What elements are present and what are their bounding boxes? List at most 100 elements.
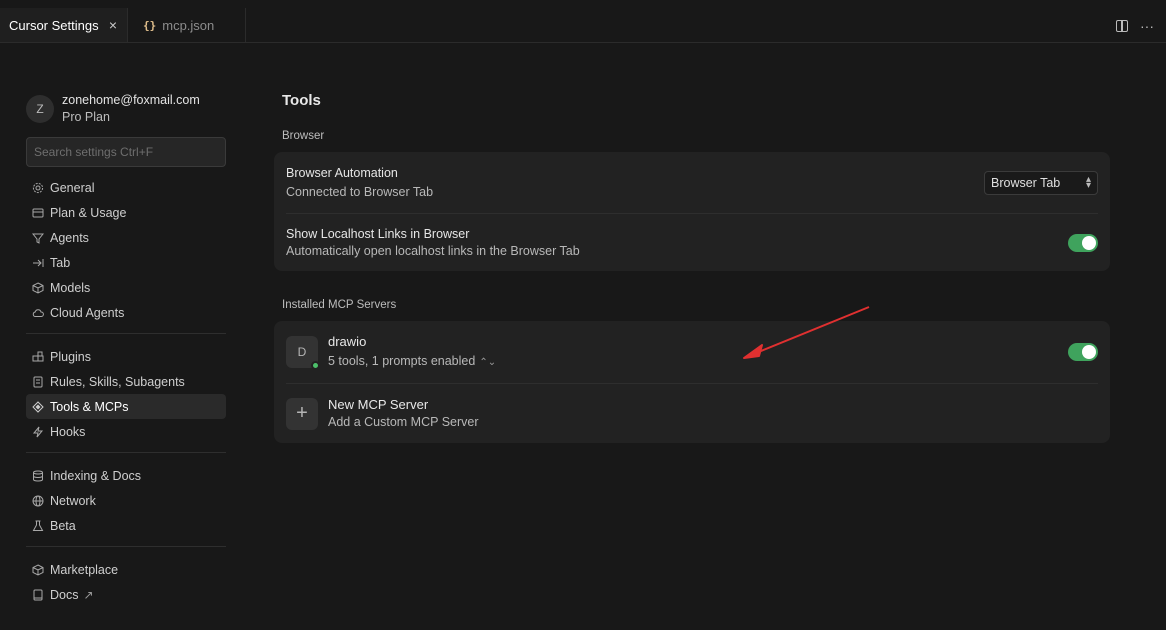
sidebar-item-label: Cloud Agents — [50, 305, 125, 320]
sidebar-item-marketplace[interactable]: Marketplace — [26, 557, 226, 582]
globe-icon — [32, 495, 44, 507]
server-summary: 5 tools, 1 prompts enabled — [328, 354, 476, 368]
section-label-browser: Browser — [282, 130, 325, 142]
sidebar-item-beta[interactable]: Beta — [26, 513, 226, 538]
document-icon — [32, 376, 44, 388]
sidebar-item-docs[interactable]: Docs ↗ — [26, 582, 226, 607]
sidebar-item-label: Tab — [50, 255, 71, 270]
flask-icon — [32, 520, 44, 532]
plugin-icon — [32, 351, 44, 363]
account-info: Z zonehome@foxmail.com Pro Plan — [26, 92, 226, 126]
tab-arrow-icon — [32, 257, 44, 269]
card-icon — [32, 207, 44, 219]
json-file-icon: {} — [143, 18, 157, 32]
sidebar-item-rules[interactable]: Rules, Skills, Subagents — [26, 369, 226, 394]
cube-icon — [32, 281, 44, 294]
sidebar-item-label: Docs — [50, 587, 79, 602]
sidebar-item-label: Agents — [50, 230, 89, 245]
sidebar-item-label: Hooks — [50, 424, 86, 439]
settings-sidebar: Z zonehome@foxmail.com Pro Plan General … — [26, 92, 226, 607]
close-icon[interactable]: × — [109, 17, 117, 33]
server-avatar: D — [286, 336, 320, 370]
sidebar-item-label: Beta — [50, 518, 76, 533]
chevron-updown-icon: ⌃⌄ — [479, 357, 497, 368]
mcp-server-row: D drawio 5 tools, 1 prompts enabled ⌃⌄ — [286, 321, 1098, 384]
settings-main: Tools Browser Browser Automation Connect… — [274, 92, 1110, 443]
new-server-subtitle: Add a Custom MCP Server — [328, 415, 479, 429]
sidebar-item-network[interactable]: Network — [26, 488, 226, 513]
row-title: Browser Automation — [286, 165, 398, 180]
browser-card: Browser Automation Connected to Browser … — [274, 152, 1110, 271]
funnel-icon — [32, 232, 44, 244]
sidebar-item-plan-usage[interactable]: Plan & Usage — [26, 200, 226, 225]
bolt-icon — [32, 426, 44, 438]
browser-mode-select[interactable]: Browser Tab ▴ ▾ — [984, 170, 1098, 195]
database-icon — [32, 470, 44, 482]
sidebar-divider — [26, 333, 226, 334]
nav-group-extensions: Plugins Rules, Skills, Subagents Tools &… — [26, 344, 226, 444]
editor-tab-bar: Cursor Settings × {} mcp.json — [0, 8, 1166, 43]
sidebar-item-label: Network — [50, 493, 96, 508]
row-subtitle: Connected to Browser Tab — [286, 184, 434, 199]
cloud-icon — [32, 307, 44, 319]
mcp-servers-card: D drawio 5 tools, 1 prompts enabled ⌃⌄ + … — [274, 321, 1110, 443]
section-label-mcp: Installed MCP Servers — [282, 299, 397, 311]
sidebar-item-hooks[interactable]: Hooks — [26, 419, 226, 444]
sidebar-item-label: Rules, Skills, Subagents — [50, 374, 185, 389]
external-link-icon: ↗ — [83, 587, 94, 602]
row-title: Show Localhost Links in Browser — [286, 226, 470, 241]
plus-icon: + — [296, 402, 308, 424]
new-mcp-server-row[interactable]: + New MCP Server Add a Custom MCP Server — [286, 384, 1098, 443]
chevron-updown-icon: ▴ ▾ — [1085, 173, 1091, 191]
sidebar-item-tab[interactable]: Tab — [26, 250, 226, 275]
sidebar-item-label: Indexing & Docs — [50, 468, 142, 483]
window-top-strip — [0, 0, 1166, 8]
account-plan: Pro Plan — [62, 110, 110, 124]
nav-group-external: Marketplace Docs ↗ — [26, 557, 226, 607]
browser-automation-row: Browser Automation Connected to Browser … — [286, 152, 1098, 214]
new-server-title: New MCP Server — [328, 397, 429, 412]
server-name: drawio — [328, 334, 367, 349]
sidebar-item-indexing-docs[interactable]: Indexing & Docs — [26, 463, 226, 488]
sidebar-item-label: Tools & MCPs — [50, 399, 129, 414]
sidebar-item-cloud-agents[interactable]: Cloud Agents — [26, 300, 226, 325]
sidebar-divider — [26, 546, 226, 547]
tab-actions: ··· — [1116, 8, 1154, 43]
select-value: Browser Tab — [991, 175, 1061, 190]
sidebar-item-label: General — [50, 180, 95, 195]
account-email: zonehome@foxmail.com — [62, 93, 200, 107]
sidebar-item-general[interactable]: General — [26, 175, 226, 200]
add-server-button[interactable]: + — [286, 397, 318, 430]
row-subtitle: Automatically open localhost links in th… — [286, 243, 580, 258]
sidebar-item-label: Marketplace — [50, 562, 119, 577]
sidebar-item-models[interactable]: Models — [26, 275, 226, 300]
server-initial: D — [297, 345, 307, 359]
localhost-links-row: Show Localhost Links in Browser Automati… — [286, 214, 1098, 271]
drawio-server-toggle[interactable] — [1068, 343, 1098, 361]
tools-icon — [32, 400, 44, 413]
sidebar-item-tools-mcps[interactable]: Tools & MCPs — [26, 394, 226, 419]
sidebar-item-label: Plugins — [50, 349, 91, 364]
sidebar-item-label: Models — [50, 280, 91, 295]
tab-label: Cursor Settings — [9, 17, 99, 33]
tab-mcp-json[interactable]: {} mcp.json — [128, 8, 246, 42]
localhost-links-toggle[interactable] — [1068, 233, 1098, 252]
sidebar-divider — [26, 452, 226, 453]
more-actions-icon[interactable]: ··· — [1140, 19, 1154, 33]
box-icon — [32, 563, 44, 576]
server-summary-toggle[interactable]: 5 tools, 1 prompts enabled ⌃⌄ — [328, 353, 1068, 371]
sidebar-item-label: Plan & Usage — [50, 205, 127, 220]
gear-icon — [32, 182, 44, 194]
nav-group-data: Indexing & Docs Network Beta — [26, 463, 226, 538]
status-dot — [311, 361, 320, 370]
sidebar-item-plugins[interactable]: Plugins — [26, 344, 226, 369]
tab-label: mcp.json — [162, 17, 215, 33]
sidebar-item-agents[interactable]: Agents — [26, 225, 226, 250]
book-icon — [32, 589, 44, 601]
page-title: Tools — [282, 92, 321, 109]
split-editor-icon[interactable] — [1116, 19, 1128, 32]
search-input[interactable] — [26, 137, 226, 167]
tab-cursor-settings[interactable]: Cursor Settings × — [0, 8, 128, 42]
nav-group-general: General Plan & Usage Agents Tab Models C… — [26, 175, 226, 325]
avatar: Z — [26, 95, 54, 123]
